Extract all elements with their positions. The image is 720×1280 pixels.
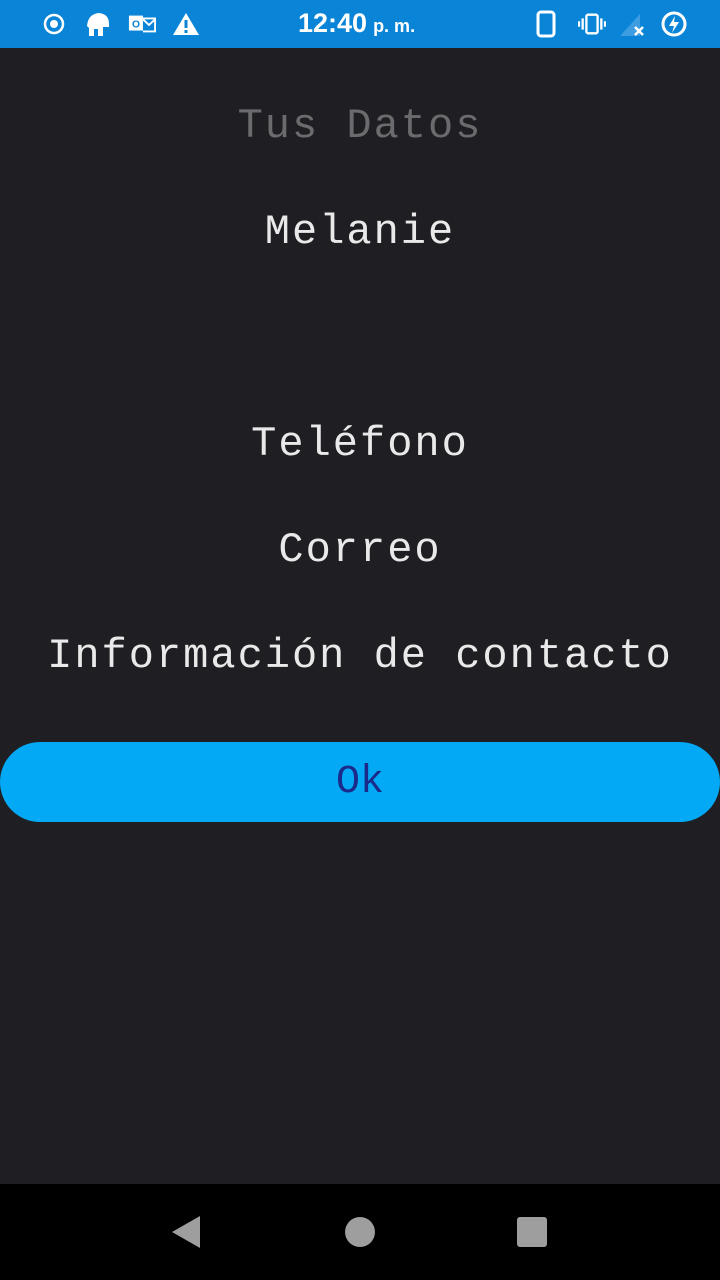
home-icon[interactable] [342,1214,378,1250]
record-icon [40,10,68,38]
status-clock: 12:40 p. m. [298,8,415,40]
clock-ampm: p. m. [373,16,416,36]
page-title: Tus Datos [237,102,483,150]
vibrate-icon [578,10,606,38]
clock-time: 12:40 [298,8,368,38]
name-value: Melanie [264,208,456,256]
contact-info-label: Información de contacto [47,632,673,680]
battery-charging-icon [660,10,688,38]
main-content: Tus Datos Melanie Teléfono Correo Inform… [0,48,720,1184]
status-bar: O 12:40 p. m. [0,0,720,48]
helmet-icon [84,10,112,38]
navigation-bar [0,1184,720,1280]
ok-button[interactable]: Ok [0,742,720,822]
email-label: Correo [278,526,442,574]
phone-icon [532,10,560,38]
back-icon[interactable] [168,1214,204,1250]
recents-icon[interactable] [514,1214,550,1250]
warning-icon [172,10,200,38]
no-signal-icon [618,10,646,38]
outlook-icon: O [128,10,156,38]
phone-label: Teléfono [251,420,469,468]
svg-text:O: O [132,20,140,31]
